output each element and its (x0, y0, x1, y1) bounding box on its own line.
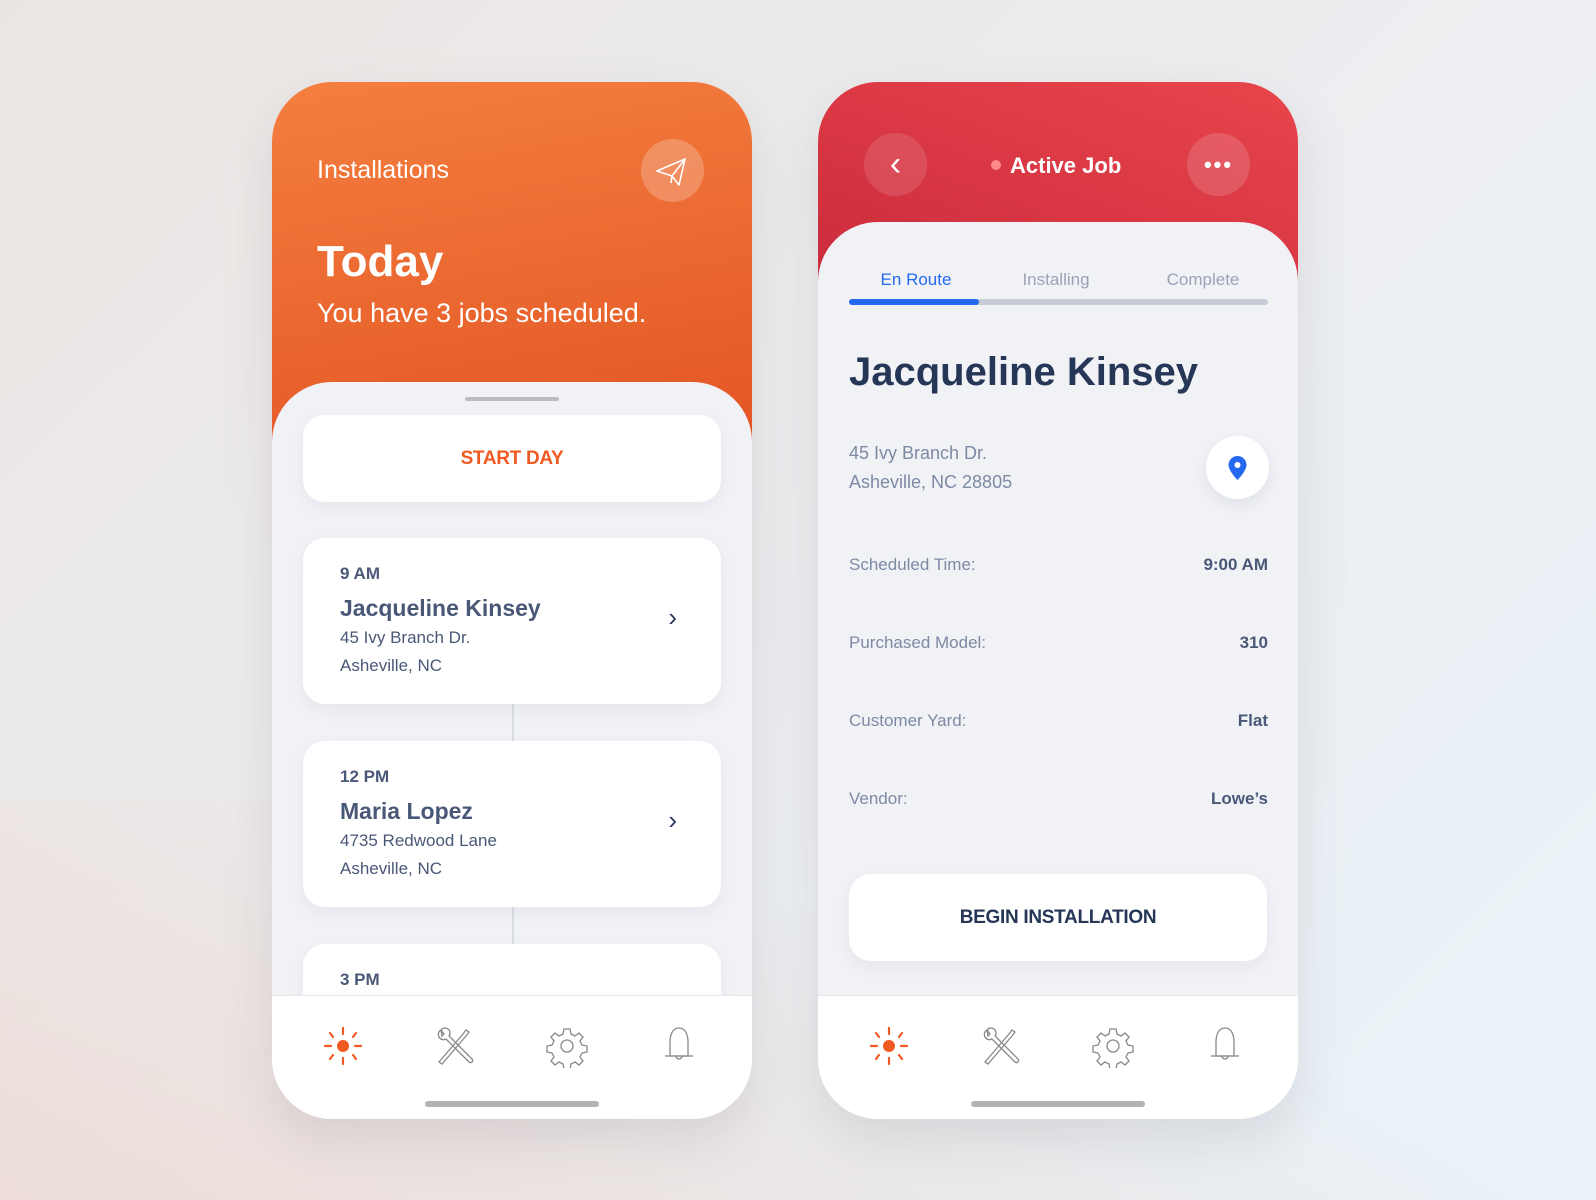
address-street: 45 Ivy Branch Dr. (849, 443, 988, 463)
job-time: 12 PM (340, 767, 390, 786)
detail-row: Vendor: Lowe’s (849, 789, 1268, 809)
day-heading: Today (317, 237, 444, 286)
address-city: Asheville, NC 28805 (849, 472, 1013, 492)
active-job-screen: ‹ Active Job ••• En Route Installing Com… (818, 82, 1298, 1119)
detail-value: 310 (1239, 633, 1268, 652)
chevron-right-icon: › (668, 602, 677, 632)
bell-icon[interactable] (657, 1024, 701, 1068)
detail-row: Purchased Model: 310 (849, 633, 1268, 653)
job-city: Asheville, NC (340, 656, 443, 675)
tab-installing[interactable]: Installing (988, 270, 1124, 290)
begin-installation-button[interactable]: BEGIN INSTALLATION (849, 874, 1267, 961)
job-sheet: En Route Installing Complete Jacqueline … (818, 222, 1298, 1119)
schedule-screen: Installations Today You have 3 jobs sche… (272, 82, 752, 1119)
sun-icon[interactable] (867, 1024, 911, 1068)
tab-complete[interactable]: Complete (1133, 270, 1273, 290)
detail-label: Purchased Model: (849, 633, 987, 652)
gear-icon[interactable] (1091, 1024, 1135, 1068)
back-button[interactable]: ‹ (864, 133, 927, 196)
more-button[interactable]: ••• (1187, 133, 1250, 196)
job-customer: Jacqueline Kinsey (340, 595, 541, 621)
sheet-handle[interactable] (465, 397, 559, 401)
job-time: 9 AM (340, 564, 380, 583)
tab-en-route[interactable]: En Route (849, 270, 983, 290)
job-card[interactable]: 9 AM Jacqueline Kinsey 45 Ivy Branch Dr.… (303, 538, 721, 704)
status-dot (991, 160, 1001, 170)
tools-icon[interactable] (433, 1024, 477, 1068)
more-dots-icon: ••• (1203, 151, 1234, 177)
bottom-nav (818, 995, 1298, 1119)
job-customer: Maria Lopez (340, 798, 473, 824)
detail-value: 9:00 AM (1203, 555, 1268, 574)
job-time: 3 PM (340, 970, 380, 989)
detail-label: Vendor: (849, 789, 908, 808)
start-day-button[interactable]: START DAY (303, 415, 721, 502)
progress-fill (849, 299, 979, 305)
jobs-summary: You have 3 jobs scheduled. (317, 298, 647, 328)
bottom-nav (272, 995, 752, 1119)
home-indicator (425, 1101, 599, 1107)
app-title: Installations (317, 156, 450, 184)
job-city: Asheville, NC (340, 859, 443, 878)
bell-icon[interactable] (1203, 1024, 1247, 1068)
detail-row: Customer Yard: Flat (849, 711, 1268, 731)
gear-icon[interactable] (545, 1024, 589, 1068)
map-button[interactable] (1206, 436, 1269, 499)
detail-value: Flat (1237, 711, 1268, 730)
job-street: 4735 Redwood Lane (340, 831, 497, 850)
detail-label: Customer Yard: (849, 711, 967, 730)
progress-track (849, 299, 1268, 305)
map-pin-icon (1228, 456, 1247, 480)
detail-label: Scheduled Time: (849, 555, 976, 574)
chevron-right-icon: › (668, 805, 677, 835)
screen-title: Active Job (1010, 153, 1122, 178)
home-indicator (971, 1101, 1145, 1107)
job-card[interactable]: 12 PM Maria Lopez 4735 Redwood Lane Ashe… (303, 741, 721, 907)
detail-value: Lowe’s (1211, 789, 1268, 808)
job-street: 45 Ivy Branch Dr. (340, 628, 471, 647)
paper-plane-icon (656, 158, 686, 186)
sun-icon[interactable] (321, 1024, 365, 1068)
chevron-left-icon: ‹ (889, 145, 902, 183)
send-button[interactable] (641, 139, 704, 202)
tools-icon[interactable] (979, 1024, 1023, 1068)
detail-row: Scheduled Time: 9:00 AM (849, 555, 1268, 575)
customer-name: Jacqueline Kinsey (849, 350, 1199, 394)
